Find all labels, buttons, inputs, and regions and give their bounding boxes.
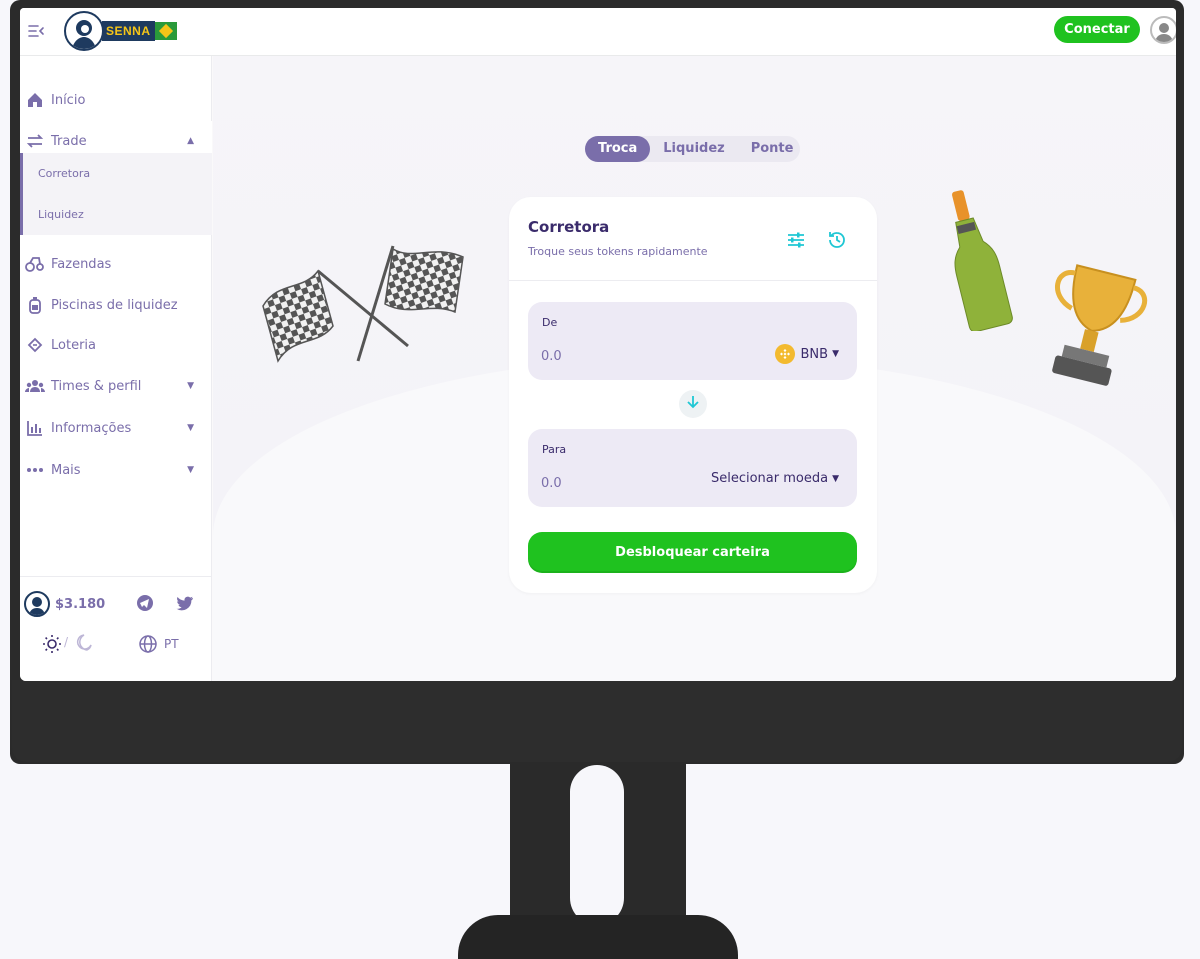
caret-down-icon: ▼ [187,381,194,391]
sidebar-footer: $3.180 / PT [20,576,212,681]
arrow-down-icon [685,394,701,414]
top-bar: SENNA Conectar [20,8,1176,56]
info-icon [25,418,45,438]
bnb-icon [774,344,795,364]
connect-button[interactable]: Conectar [1054,16,1140,43]
tab-ponte[interactable]: Ponte [738,136,807,162]
sidebar-item-label: Loteria [51,337,96,353]
logo[interactable]: SENNA [64,11,177,51]
sun-icon[interactable] [42,634,62,654]
more-icon [25,460,45,480]
sidebar-item-label: Times & perfil [51,378,142,394]
from-field: De BNB ▼ [528,302,857,380]
home-icon [25,90,45,110]
caret-down-icon: ▼ [187,465,194,475]
monitor-stand-hole [570,765,624,925]
farms-icon [25,254,45,274]
logo-text: SENNA [102,21,155,41]
chevron-down-icon: ▼ [832,473,839,484]
trade-icon [25,131,45,151]
screen: SENNA Conectar Início Trade ▲ Corretora … [20,8,1176,681]
submenu-item-corretora[interactable]: Corretora [38,167,90,180]
sidebar: Início Trade ▲ Corretora Liquidez Fazend… [20,56,212,681]
caret-down-icon: ▼ [187,423,194,433]
chevron-down-icon: ▼ [832,349,839,359]
main-content: Troca Liquidez Ponte Corretora Troque se… [213,56,1176,681]
telegram-icon[interactable] [136,594,154,612]
to-field: Para Selecionar moeda ▼ [528,429,857,507]
moon-icon[interactable] [75,634,93,652]
token-price: $3.180 [55,597,106,612]
monitor-foot [458,915,738,959]
from-token-selector[interactable]: BNB ▼ [774,344,839,364]
to-token-name: Selecionar moeda [710,471,829,486]
sidebar-item-mais[interactable]: Mais ▼ [20,450,212,490]
from-label: De [542,316,558,329]
settings-icon[interactable] [786,230,806,250]
sidebar-item-piscinas[interactable]: Piscinas de liquidez [20,285,212,325]
twitter-icon[interactable] [176,594,194,612]
exchange-card-header: Corretora Troque seus tokens rapidamente [509,197,877,281]
sidebar-item-label: Piscinas de liquidez [51,297,178,313]
card-title: Corretora [528,218,610,236]
exchange-card: Corretora Troque seus tokens rapidamente… [509,197,877,593]
token-avatar-icon [24,591,50,617]
monitor-chin [12,680,1182,762]
sidebar-item-label: Informações [51,420,132,436]
sidebar-item-label: Início [51,92,86,108]
lottery-icon [25,335,45,355]
card-subtitle: Troque seus tokens rapidamente [528,245,708,258]
tab-troca[interactable]: Troca [585,136,651,162]
globe-icon[interactable] [138,634,158,654]
tab-liquidez[interactable]: Liquidez [650,136,737,162]
history-icon[interactable] [827,230,847,250]
menu-toggle-icon[interactable] [27,22,45,40]
to-label: Para [542,443,567,456]
logo-portrait-icon [64,11,104,51]
profile-avatar[interactable] [1150,16,1176,44]
pools-icon [25,295,45,315]
language-selector[interactable]: PT [164,637,179,651]
submenu-item-liquidez[interactable]: Liquidez [38,208,84,221]
from-amount-input[interactable] [541,346,691,366]
stage: SENNA Conectar Início Trade ▲ Corretora … [0,0,1200,959]
teams-icon [25,376,45,396]
sidebar-item-label: Trade [51,133,87,149]
trade-submenu: Corretora Liquidez [20,153,212,235]
sidebar-item-loteria[interactable]: Loteria [20,325,212,365]
champagne-bottle-illustration [951,190,1013,331]
sidebar-item-fazendas[interactable]: Fazendas [20,244,212,284]
sidebar-item-times[interactable]: Times & perfil ▼ [20,366,212,406]
unlock-wallet-button[interactable]: Desbloquear carteira [528,532,857,573]
sidebar-item-label: Fazendas [51,256,112,272]
swap-tabs: Troca Liquidez Ponte [585,136,800,162]
from-token-name: BNB [800,346,829,362]
theme-separator: / [64,635,69,649]
to-amount-input[interactable] [541,473,691,493]
sidebar-item-informacoes[interactable]: Informações ▼ [20,408,212,448]
sidebar-item-inicio[interactable]: Início [20,80,212,120]
trophy-illustration [1052,264,1147,386]
caret-up-icon: ▲ [187,136,194,146]
checkered-flags-illustration [262,245,464,363]
swap-direction-button[interactable] [679,390,707,418]
brazil-flag-icon [154,22,177,40]
sidebar-item-label: Mais [51,462,81,478]
to-token-selector[interactable]: Selecionar moeda ▼ [711,471,839,486]
